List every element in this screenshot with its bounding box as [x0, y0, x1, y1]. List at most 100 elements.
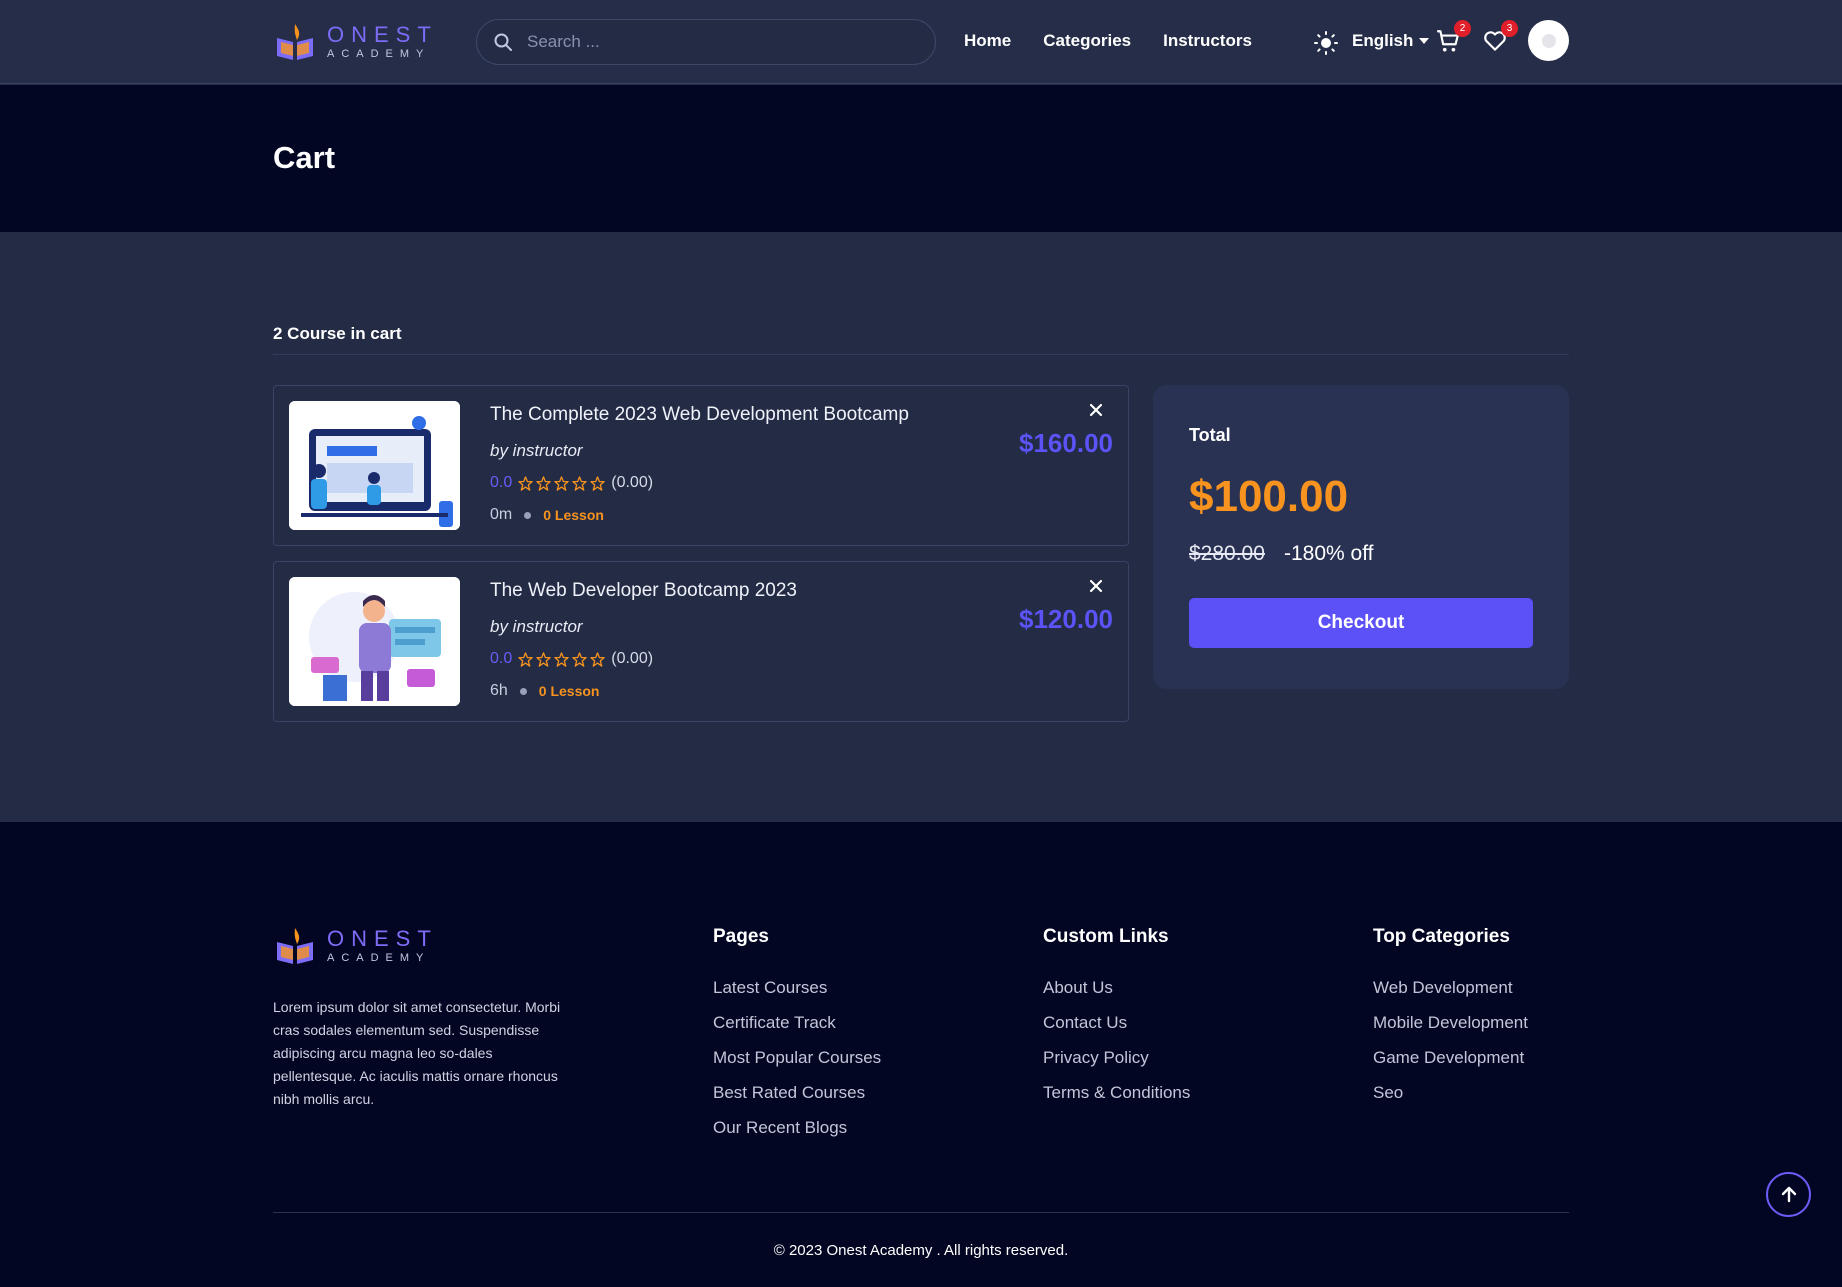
footer-link[interactable]: About Us — [1043, 978, 1190, 998]
course-title[interactable]: The Complete 2023 Web Development Bootca… — [490, 404, 909, 426]
footer-column-title: Top Categories — [1373, 926, 1510, 947]
cart-count-label: 2 Course in cart — [273, 324, 402, 343]
copyright-text: © 2023 Onest Academy . All rights reserv… — [773, 1242, 1069, 1259]
wishlist-button[interactable]: 3 — [1482, 20, 1518, 54]
main-nav: Home Categories Instructors — [964, 31, 1252, 51]
chevron-down-icon — [1419, 38, 1430, 44]
wishlist-count-badge: 3 — [1501, 20, 1518, 37]
footer-link[interactable]: Most Popular Courses — [713, 1048, 881, 1068]
course-rating: 0.0 (0.00) — [490, 474, 653, 492]
logo-subtitle: ACADEMY — [327, 47, 431, 60]
summary-label: Total — [1189, 425, 1231, 445]
footer-link[interactable]: Mobile Development — [1373, 1013, 1528, 1033]
star-icon — [536, 475, 551, 491]
course-rating: 0.0 (0.00) — [490, 650, 653, 668]
rating-count: (0.00) — [611, 474, 654, 491]
nav-categories[interactable]: Categories — [1043, 31, 1131, 51]
course-duration: 6h — [490, 682, 508, 699]
page-title: Cart — [273, 140, 336, 175]
rating-value: 0.0 — [490, 650, 513, 667]
close-icon[interactable] — [1088, 578, 1104, 594]
meta-separator — [519, 687, 527, 695]
logo-name: ONEST — [327, 925, 438, 951]
user-avatar[interactable] — [1528, 20, 1569, 61]
rating-stars — [518, 651, 605, 667]
course-price: $160.00 — [1019, 428, 1113, 458]
arrow-up-icon — [1781, 1186, 1796, 1202]
cart-button[interactable]: 2 — [1435, 20, 1471, 54]
course-duration: 0m — [490, 506, 513, 523]
course-lessons: 0 Lesson — [543, 507, 604, 523]
footer-description: Lorem ipsum dolor sit amet consectetur. … — [273, 999, 561, 1107]
footer-link[interactable]: Best Rated Courses — [713, 1083, 881, 1103]
footer-logo[interactable]: ONEST ACADEMY — [273, 924, 438, 968]
rating-stars — [518, 475, 605, 491]
course-title[interactable]: The Web Developer Bootcamp 2023 — [490, 580, 797, 602]
star-icon — [554, 475, 569, 491]
footer-link[interactable]: Seo — [1373, 1083, 1528, 1103]
footer-link[interactable]: Game Development — [1373, 1048, 1528, 1068]
star-icon — [554, 651, 569, 667]
footer-link[interactable]: Contact Us — [1043, 1013, 1190, 1033]
cart-item: The Web Developer Bootcamp 2023 by instr… — [273, 561, 1129, 722]
summary-discount: -180% off — [1284, 542, 1374, 565]
search-box[interactable] — [476, 19, 936, 65]
site-footer: ONEST ACADEMY Lorem ipsum dolor sit amet… — [0, 822, 1842, 1287]
course-illustration-image — [289, 577, 460, 706]
footer-column-top-categories: Top Categories Web Development Mobile De… — [1373, 926, 1528, 1118]
star-icon — [590, 475, 605, 491]
sun-icon[interactable] — [1314, 31, 1338, 55]
footer-column-title: Pages — [713, 926, 769, 947]
course-instructor: by instructor — [490, 617, 583, 636]
course-thumbnail[interactable] — [289, 577, 460, 706]
footer-link[interactable]: Certificate Track — [713, 1013, 881, 1033]
footer-link[interactable]: Latest Courses — [713, 978, 881, 998]
course-meta: 6h 0 Lesson — [490, 682, 600, 700]
footer-column-pages: Pages Latest Courses Certificate Track M… — [713, 926, 881, 1153]
nav-home[interactable]: Home — [964, 31, 1011, 51]
course-instructor: by instructor — [490, 441, 583, 460]
checkout-button[interactable]: Checkout — [1189, 598, 1533, 648]
summary-original-price: $280.00 — [1189, 542, 1265, 565]
footer-link[interactable]: Web Development — [1373, 978, 1528, 998]
top-navbar: ONEST ACADEMY Home Categories Instructor… — [0, 0, 1842, 84]
rating-count: (0.00) — [611, 650, 654, 667]
site-logo[interactable]: ONEST ACADEMY — [273, 20, 438, 64]
footer-link[interactable]: Our Recent Blogs — [713, 1118, 881, 1138]
course-thumbnail[interactable] — [289, 401, 460, 530]
book-flame-logo-icon — [277, 928, 313, 964]
cart-divider — [273, 354, 1569, 355]
page-header-band: Cart — [0, 85, 1842, 232]
order-summary-card: Total $100.00 $280.00 -180% off Checkout — [1153, 385, 1569, 689]
star-icon — [536, 651, 551, 667]
course-meta: 0m 0 Lesson — [490, 506, 604, 524]
cart-count-badge: 2 — [1454, 20, 1471, 37]
footer-link[interactable]: Terms & Conditions — [1043, 1083, 1190, 1103]
summary-total: $100.00 — [1189, 472, 1349, 521]
logo-name: ONEST — [327, 21, 438, 47]
language-label: English — [1352, 31, 1414, 50]
avatar-image — [1541, 33, 1556, 48]
star-icon — [518, 475, 533, 491]
close-icon[interactable] — [1088, 402, 1104, 418]
course-illustration-image — [289, 401, 460, 530]
search-input[interactable] — [527, 32, 907, 52]
course-price: $120.00 — [1019, 604, 1113, 634]
star-icon — [572, 475, 587, 491]
footer-column-title: Custom Links — [1043, 926, 1169, 947]
language-selector[interactable]: English — [1352, 31, 1430, 51]
footer-divider — [273, 1212, 1569, 1213]
scroll-to-top-button[interactable] — [1766, 1172, 1811, 1217]
star-icon — [518, 651, 533, 667]
logo-subtitle: ACADEMY — [327, 951, 431, 964]
star-icon — [590, 651, 605, 667]
footer-link[interactable]: Privacy Policy — [1043, 1048, 1190, 1068]
book-flame-logo-icon — [277, 24, 313, 60]
search-icon — [494, 33, 512, 51]
nav-instructors[interactable]: Instructors — [1163, 31, 1252, 51]
rating-value: 0.0 — [490, 474, 513, 491]
cart-item: The Complete 2023 Web Development Bootca… — [273, 385, 1129, 546]
course-lessons: 0 Lesson — [538, 683, 600, 699]
star-icon — [572, 651, 587, 667]
meta-separator — [524, 511, 532, 519]
